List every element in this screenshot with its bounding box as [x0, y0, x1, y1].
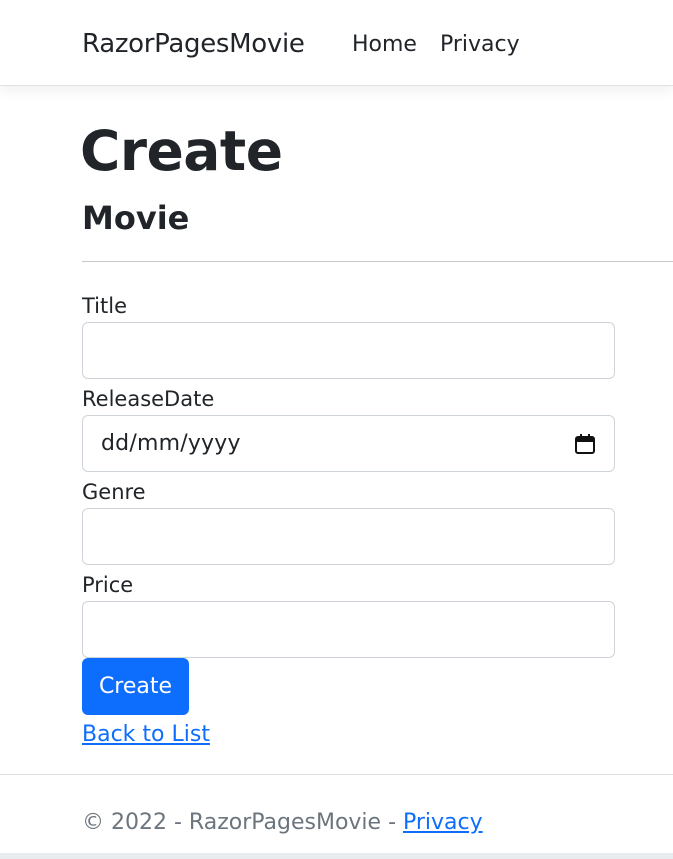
release-date-value: dd/mm/yyyy: [101, 431, 241, 456]
genre-label: Genre: [82, 480, 146, 504]
top-navbar: RazorPagesMovie Home Privacy: [0, 0, 673, 86]
page-title: Create: [80, 119, 283, 183]
price-label: Price: [82, 573, 134, 597]
create-button[interactable]: Create: [82, 658, 189, 715]
release-date-label: ReleaseDate: [82, 387, 215, 411]
window-bottom-edge: [0, 853, 673, 859]
genre-input[interactable]: [82, 508, 615, 565]
release-date-input[interactable]: dd/mm/yyyy: [82, 415, 615, 472]
footer: © 2022 - RazorPagesMovie - Privacy: [0, 774, 673, 859]
footer-text: © 2022 - RazorPagesMovie - Privacy: [82, 808, 483, 838]
calendar-icon[interactable]: [574, 433, 596, 455]
title-label: Title: [82, 294, 128, 318]
divider: [82, 261, 673, 262]
back-to-list-link[interactable]: Back to List: [82, 720, 210, 750]
footer-privacy-link[interactable]: Privacy: [403, 810, 483, 835]
price-input[interactable]: [82, 601, 615, 658]
nav-link-home[interactable]: Home: [352, 30, 417, 60]
brand-link[interactable]: RazorPagesMovie: [82, 27, 305, 61]
section-title: Movie: [82, 199, 190, 237]
nav-link-privacy[interactable]: Privacy: [440, 30, 520, 60]
title-input[interactable]: [82, 322, 615, 379]
footer-copyright: © 2022 - RazorPagesMovie -: [82, 810, 403, 835]
